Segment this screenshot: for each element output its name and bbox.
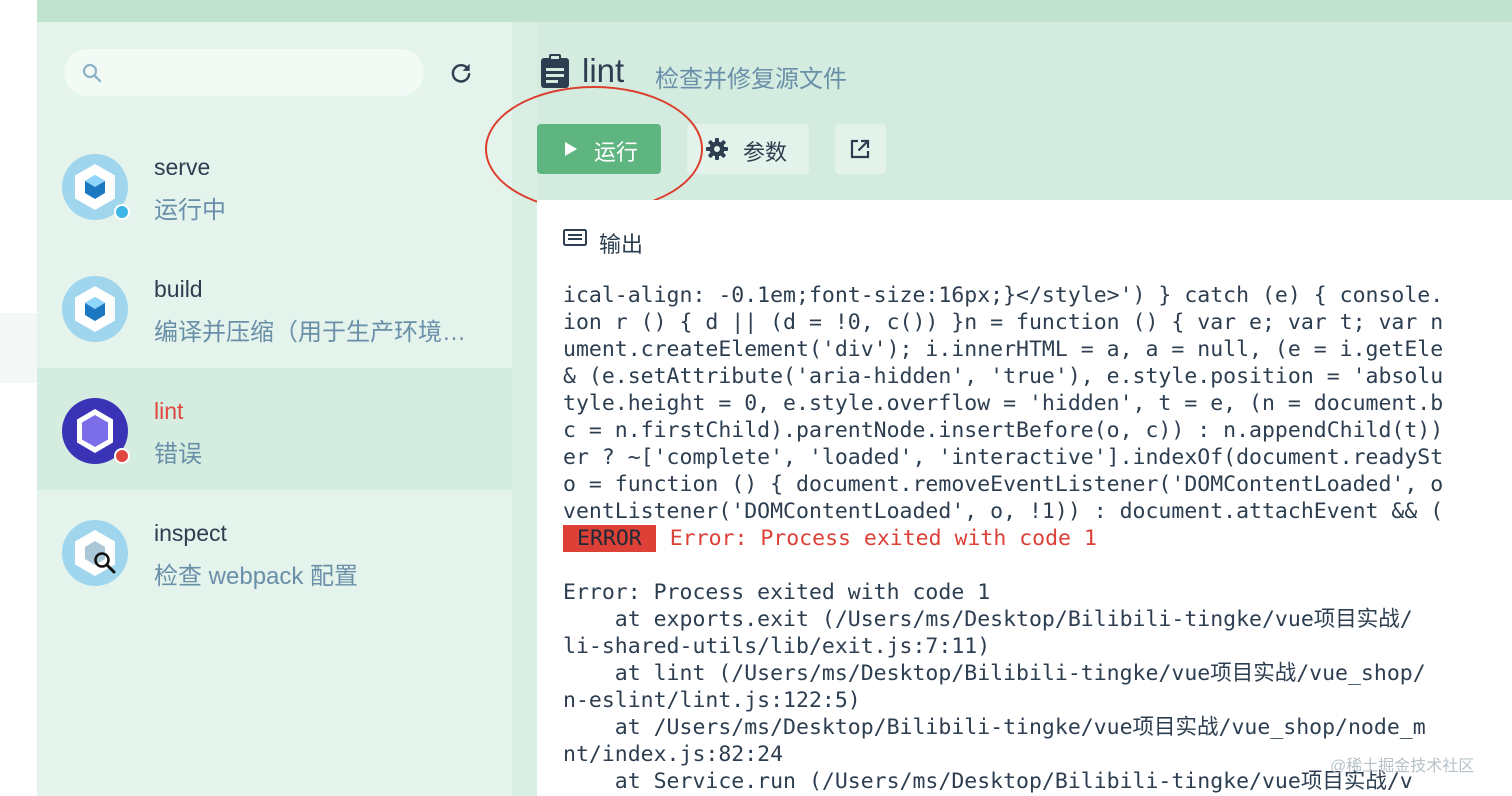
log-line: o = function () { document.removeEventLi… [563, 472, 1444, 497]
log-line: c = n.firstChild).parentNode.insertBefor… [563, 418, 1444, 443]
log-line: ion r () { d || (d = !0, c()) }n = funct… [563, 310, 1444, 335]
left-edge-strip [0, 0, 37, 796]
search-input[interactable] [64, 49, 424, 96]
sidebar-divider [512, 22, 537, 796]
page-title: lint [582, 52, 625, 89]
watermark: @稀土掘金技术社区 [1330, 758, 1475, 775]
task-item-serve[interactable]: serve 运行中 [37, 124, 512, 246]
log-line: ical-align: -0.1em;font-size:16px;}</sty… [563, 283, 1444, 308]
log-line: er ? ~['complete', 'loaded', 'interactiv… [563, 445, 1444, 470]
webpack-icon [62, 276, 128, 342]
page-subtitle: 检查并修复源文件 [655, 66, 847, 93]
task-name: serve [154, 154, 211, 180]
run-button-label: 运行 [594, 140, 639, 165]
task-description: 检查 webpack 配置 [154, 563, 359, 590]
log-error-line: ERROR Error: Process exited with code 1 [563, 525, 1512, 552]
task-name: inspect [154, 520, 227, 546]
task-item-lint[interactable]: lint 错误 [37, 368, 512, 490]
task-item-build[interactable]: build 编译并压缩（用于生产环境… [37, 246, 512, 368]
terminal-output-icon [563, 229, 587, 246]
task-description: 错误 [154, 441, 202, 468]
open-external-icon [850, 139, 870, 159]
task-header [537, 22, 1512, 200]
task-item-inspect[interactable]: inspect 检查 webpack 配置 [37, 490, 512, 612]
log-line: & (e.setAttribute('aria-hidden', 'true')… [563, 364, 1444, 389]
task-name: lint [154, 398, 184, 424]
task-description: 编译并压缩（用于生产环境… [154, 319, 466, 346]
log-line: at exports.exit (/Users/ms/Desktop/Bilib… [563, 607, 1413, 632]
gear-icon [706, 138, 728, 160]
log-line: li-shared-utils/lib/exit.js:7:11) [563, 634, 991, 659]
log-line: tyle.height = 0, e.style.overflow = 'hid… [563, 391, 1444, 416]
error-badge: ERROR [563, 525, 656, 552]
search-icon [82, 63, 102, 83]
log-line: ument.createElement('div'); i.innerHTML … [563, 337, 1444, 362]
clipboard-icon [541, 54, 569, 88]
task-description: 运行中 [154, 197, 226, 224]
error-message: Error: Process exited with code 1 [669, 526, 1097, 551]
log-output: ical-align: -0.1em;font-size:16px;}</sty… [563, 282, 1512, 795]
parameters-button-label: 参数 [743, 140, 788, 165]
refresh-icon[interactable] [448, 60, 474, 86]
task-name: build [154, 276, 203, 302]
log-line: at lint (/Users/ms/Desktop/Bilibili-ting… [563, 661, 1426, 686]
top-bar [37, 0, 1512, 22]
run-button[interactable]: 运行 [537, 124, 661, 174]
play-icon [565, 142, 577, 156]
log-line: ventListener('DOMContentLoaded', o, !1))… [563, 499, 1444, 524]
log-line: Error: Process exited with code 1 [563, 580, 991, 605]
output-title: 输出 [599, 232, 644, 257]
log-line: n-eslint/lint.js:122:5) [563, 688, 861, 713]
webpack-inspect-icon [62, 520, 128, 586]
output-header: 输出 [563, 227, 643, 257]
parameters-button[interactable]: 参数 [687, 124, 809, 174]
status-error-dot [114, 448, 130, 464]
log-line: at /Users/ms/Desktop/Bilibili-tingke/vue… [563, 715, 1426, 740]
open-external-button[interactable] [835, 124, 886, 174]
status-running-dot [114, 204, 130, 220]
